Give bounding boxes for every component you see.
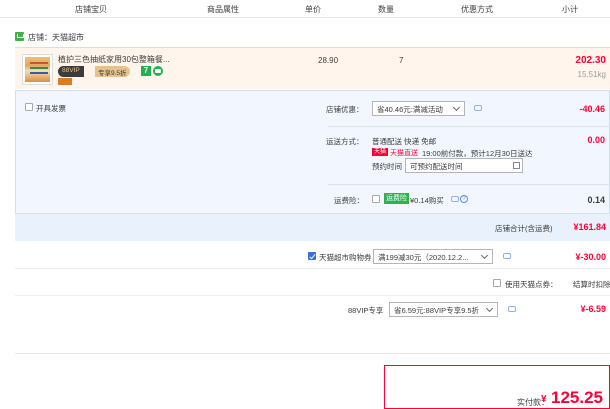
coupon-checkbox[interactable]	[308, 252, 316, 260]
shop-total-strip: 店铺合计(含运费) ¥161.84	[15, 213, 610, 241]
tmall-points-checkbox[interactable]	[493, 279, 501, 287]
message-icon[interactable]	[474, 105, 482, 111]
tmall-tag: 天猫	[372, 148, 389, 156]
quantity: 7	[399, 56, 404, 65]
vip-select[interactable]: 省6.59元:88VIP专享9.5折	[389, 302, 498, 317]
message-icon[interactable]	[508, 306, 516, 312]
insurance-checkbox[interactable]	[372, 195, 380, 203]
shop-discount-select[interactable]: 省40.46元:满减活动	[372, 101, 465, 116]
vip-label: 88VIP专享	[348, 306, 384, 315]
reserve-time-placeholder: 可预约配送时间	[410, 162, 463, 171]
insurance-amount: 0.14	[587, 195, 605, 205]
shop-total-label: 店铺合计(含运费)	[495, 224, 553, 233]
coupon-amount: ¥-30.00	[575, 252, 606, 262]
message-icon[interactable]	[451, 196, 459, 202]
col-quantity: 数量	[378, 5, 394, 14]
insurance-price: ¥0.14购买	[410, 196, 444, 205]
pay-currency: ¥	[541, 394, 547, 405]
shipping-label: 运送方式：	[326, 137, 364, 146]
coupon-area: 天猫超市购物券 满199减30元（2020.12.2... ¥-30.00 使用…	[15, 241, 610, 354]
product-row: 植护三色抽纸家用30包整箱餐... 88VIP 专享9.5折 7 28.90 7…	[15, 47, 610, 89]
reserve-time-label: 预约时间	[372, 162, 402, 171]
payment-summary: 实付款： ¥ 125.25	[384, 365, 610, 409]
invoice-checkbox[interactable]	[25, 103, 33, 111]
vip-discount-badge: 专享9.5折	[95, 66, 130, 77]
unit-price: 28.90	[318, 56, 339, 65]
coupon-label: 天猫超市购物券	[319, 253, 372, 262]
col-discount: 优惠方式	[461, 5, 493, 14]
product-weight: 15.51kg	[577, 70, 606, 79]
seven-day-return-icon: 7	[141, 66, 151, 76]
coupon-select[interactable]: 满199减30元（2020.12.2...	[373, 249, 493, 264]
column-header: 店铺宝贝 商品属性 单价 数量 优惠方式 小计	[0, 0, 610, 18]
col-attributes: 商品属性	[207, 5, 239, 14]
shipping-method: 普通配送 快递 免邮	[372, 137, 437, 146]
product-subtotal: 202.30	[575, 55, 606, 66]
help-icon[interactable]: ?	[460, 195, 468, 203]
product-name[interactable]: 植护三色抽纸家用30包整箱餐...	[58, 54, 170, 65]
insurance-label: 运费险：	[334, 196, 364, 205]
reserve-time-input[interactable]: 可预约配送时间	[405, 158, 523, 173]
shop-discount-amount: -40.46	[579, 104, 605, 114]
promo-mini-icon	[58, 78, 72, 85]
message-icon[interactable]	[503, 253, 511, 259]
vip-badge: 88VIP	[58, 66, 84, 77]
shop-total-amount: ¥161.84	[573, 222, 606, 232]
col-subtotal: 小计	[562, 5, 578, 14]
product-thumbnail[interactable]	[22, 54, 53, 85]
shop-icon	[15, 32, 24, 41]
shop-name[interactable]: 店铺：天猫超市	[28, 32, 84, 43]
col-shop-items: 店铺宝贝	[75, 5, 107, 14]
tmall-points-label: 使用天猫点券：	[505, 280, 558, 289]
invoice-label: 开具发票	[36, 104, 66, 113]
tmall-direct-text: 天猫直送	[390, 150, 418, 157]
pay-amount: 125.25	[551, 388, 603, 407]
tmall-points-text: 结算时扣除	[573, 280, 610, 289]
shipping-amount: 0.00	[587, 135, 605, 145]
shop-header: 店铺：天猫超市	[0, 25, 610, 47]
guarantee-icon	[153, 66, 163, 76]
col-unit-price: 单价	[305, 5, 321, 14]
tissue-image	[25, 57, 50, 82]
shop-discount-label: 店铺优惠：	[326, 105, 364, 114]
insurance-tag: 运费险	[384, 193, 409, 204]
calendar-icon[interactable]	[513, 162, 520, 169]
vip-amount: ¥-6.59	[580, 304, 606, 314]
